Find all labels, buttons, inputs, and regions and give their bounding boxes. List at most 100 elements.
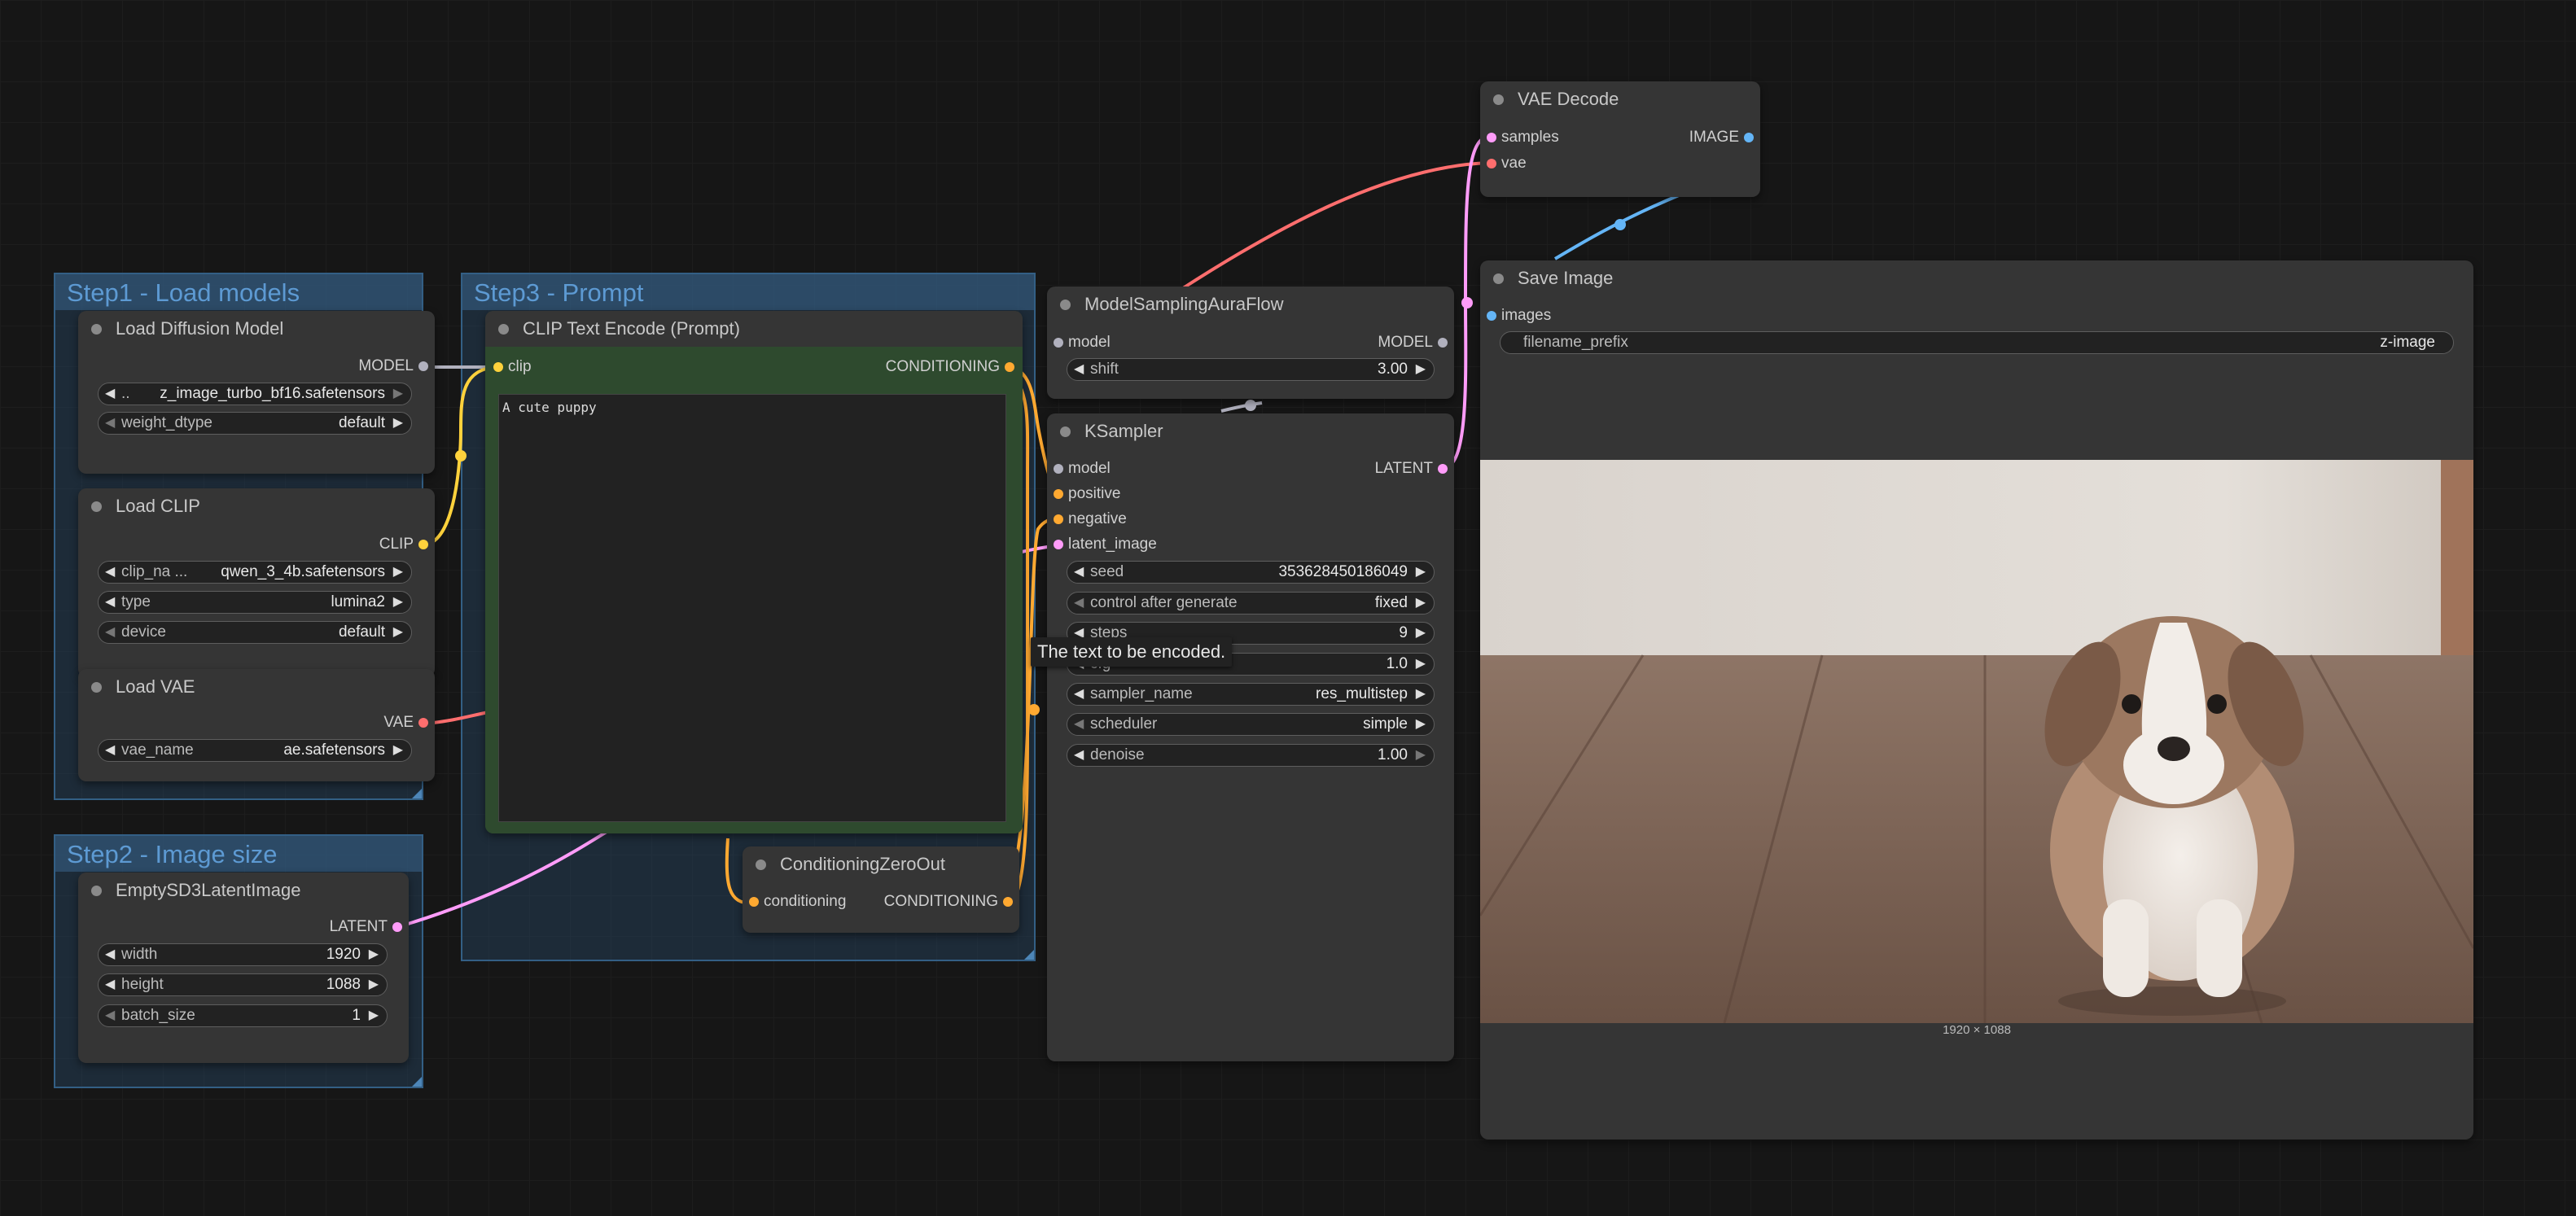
- node-model-sampling-aura-flow[interactable]: ModelSamplingAuraFlow model MODEL ◀ shif…: [1047, 287, 1454, 399]
- widget-scheduler[interactable]: ◀ scheduler simple ▶: [1067, 713, 1435, 736]
- preview-image[interactable]: [1480, 460, 2473, 1023]
- arrow-left-icon[interactable]: ◀: [105, 592, 115, 612]
- output-latent[interactable]: LATENT: [1375, 457, 1448, 481]
- output-latent[interactable]: LATENT: [330, 915, 402, 939]
- output-clip[interactable]: CLIP: [379, 532, 428, 557]
- output-model[interactable]: MODEL: [1378, 330, 1448, 355]
- output-conditioning[interactable]: CONDITIONING: [886, 355, 1014, 379]
- slot-dot-icon[interactable]: [418, 718, 428, 728]
- arrow-right-icon[interactable]: ▶: [369, 1005, 379, 1026]
- arrow-left-icon[interactable]: ◀: [1074, 714, 1084, 734]
- widget-filename-prefix[interactable]: filename_prefix z-image: [1500, 331, 2454, 354]
- slot-dot-icon[interactable]: [1487, 133, 1496, 142]
- widget-clip-type[interactable]: ◀ type lumina2 ▶: [98, 591, 412, 614]
- slot-dot-icon[interactable]: [1438, 464, 1448, 474]
- node-title[interactable]: ModelSamplingAuraFlow: [1047, 287, 1454, 322]
- node-title[interactable]: Load CLIP: [78, 488, 435, 524]
- arrow-right-icon[interactable]: ▶: [1416, 593, 1426, 613]
- input-model[interactable]: model: [1054, 457, 1111, 481]
- slot-dot-icon[interactable]: [749, 897, 759, 907]
- widget-shift[interactable]: ◀ shift 3.00 ▶: [1067, 358, 1435, 381]
- node-title[interactable]: Load Diffusion Model: [78, 311, 435, 347]
- widget-denoise[interactable]: ◀ denoise 1.00 ▶: [1067, 744, 1435, 767]
- input-conditioning[interactable]: conditioning: [749, 890, 846, 914]
- arrow-right-icon[interactable]: ▶: [1416, 623, 1426, 643]
- slot-dot-icon[interactable]: [1005, 362, 1014, 372]
- slot-dot-icon[interactable]: [418, 361, 428, 371]
- slot-dot-icon[interactable]: [1054, 540, 1063, 549]
- node-empty-sd3-latent-image[interactable]: EmptySD3LatentImage LATENT ◀ width 1920 …: [78, 873, 409, 1063]
- arrow-left-icon[interactable]: ◀: [105, 562, 115, 582]
- arrow-right-icon[interactable]: ▶: [1416, 745, 1426, 765]
- arrow-left-icon[interactable]: ◀: [1074, 359, 1084, 379]
- input-negative[interactable]: negative: [1054, 507, 1127, 531]
- slot-dot-icon[interactable]: [1054, 338, 1063, 348]
- slot-dot-icon[interactable]: [418, 540, 428, 549]
- node-clip-text-encode[interactable]: CLIP Text Encode (Prompt) clip CONDITION…: [485, 311, 1023, 833]
- arrow-left-icon[interactable]: ◀: [105, 1005, 115, 1026]
- node-conditioning-zero-out[interactable]: ConditioningZeroOut conditioning CONDITI…: [743, 846, 1019, 933]
- arrow-left-icon[interactable]: ◀: [1074, 562, 1084, 582]
- slot-dot-icon[interactable]: [1744, 133, 1754, 142]
- node-load-vae[interactable]: Load VAE VAE ◀ vae_name ae.safetensors ▶: [78, 669, 435, 781]
- node-save-image[interactable]: Save Image images filename_prefix z-imag…: [1480, 260, 2473, 1139]
- arrow-left-icon[interactable]: ◀: [105, 944, 115, 964]
- arrow-left-icon[interactable]: ◀: [105, 383, 115, 404]
- arrow-left-icon[interactable]: ◀: [1074, 593, 1084, 613]
- arrow-left-icon[interactable]: ◀: [105, 622, 115, 642]
- slot-dot-icon[interactable]: [493, 362, 503, 372]
- slot-dot-icon[interactable]: [1003, 897, 1013, 907]
- widget-weight-dtype[interactable]: ◀ weight_dtype default ▶: [98, 412, 412, 435]
- input-samples[interactable]: samples: [1487, 125, 1559, 150]
- arrow-right-icon[interactable]: ▶: [1416, 562, 1426, 582]
- arrow-right-icon[interactable]: ▶: [1416, 714, 1426, 734]
- slot-dot-icon[interactable]: [392, 922, 402, 932]
- output-vae[interactable]: VAE: [383, 711, 428, 735]
- arrow-right-icon[interactable]: ▶: [1416, 359, 1426, 379]
- arrow-right-icon[interactable]: ▶: [369, 944, 379, 964]
- widget-batch-size[interactable]: ◀ batch_size 1 ▶: [98, 1004, 388, 1027]
- node-title[interactable]: ConditioningZeroOut: [743, 846, 1019, 882]
- input-vae[interactable]: vae: [1487, 151, 1527, 176]
- input-images[interactable]: images: [1487, 304, 1551, 328]
- arrow-left-icon[interactable]: ◀: [105, 740, 115, 760]
- arrow-right-icon[interactable]: ▶: [1416, 684, 1426, 704]
- arrow-right-icon[interactable]: ▶: [393, 383, 403, 404]
- widget-seed[interactable]: ◀ seed 353628450186049 ▶: [1067, 561, 1435, 584]
- output-image[interactable]: IMAGE: [1689, 125, 1754, 150]
- widget-clip-name[interactable]: ◀ clip_na ... qwen_3_4b.safetensors ▶: [98, 561, 412, 584]
- slot-dot-icon[interactable]: [1054, 514, 1063, 524]
- arrow-right-icon[interactable]: ▶: [1416, 654, 1426, 674]
- node-title[interactable]: KSampler: [1047, 413, 1454, 449]
- arrow-left-icon[interactable]: ◀: [1074, 745, 1084, 765]
- arrow-right-icon[interactable]: ▶: [393, 740, 403, 760]
- slot-dot-icon[interactable]: [1487, 159, 1496, 168]
- prompt-textarea[interactable]: A cute puppy: [498, 394, 1006, 822]
- arrow-right-icon[interactable]: ▶: [369, 974, 379, 995]
- node-title[interactable]: Save Image: [1480, 260, 2473, 296]
- slot-dot-icon[interactable]: [1054, 464, 1063, 474]
- widget-control-after-generate[interactable]: ◀ control after generate fixed ▶: [1067, 592, 1435, 615]
- slot-dot-icon[interactable]: [1438, 338, 1448, 348]
- node-graph-canvas[interactable]: Step1 - Load models Step2 - Image size S…: [0, 0, 2576, 1216]
- node-load-diffusion-model[interactable]: Load Diffusion Model MODEL ◀ .. z_image_…: [78, 311, 435, 474]
- widget-vae-name[interactable]: ◀ vae_name ae.safetensors ▶: [98, 739, 412, 762]
- arrow-left-icon[interactable]: ◀: [105, 413, 115, 433]
- input-positive[interactable]: positive: [1054, 482, 1120, 506]
- input-latent-image[interactable]: latent_image: [1054, 532, 1157, 557]
- collapse-dot-icon[interactable]: [498, 324, 509, 335]
- arrow-left-icon[interactable]: ◀: [1074, 684, 1084, 704]
- slot-dot-icon[interactable]: [1487, 311, 1496, 321]
- arrow-left-icon[interactable]: ◀: [105, 974, 115, 995]
- node-load-clip[interactable]: Load CLIP CLIP ◀ clip_na ... qwen_3_4b.s…: [78, 488, 435, 677]
- arrow-right-icon[interactable]: ▶: [393, 413, 403, 433]
- node-title[interactable]: CLIP Text Encode (Prompt): [485, 311, 1023, 347]
- node-ksampler[interactable]: KSampler model LATENT positive negative …: [1047, 413, 1454, 1061]
- widget-width[interactable]: ◀ width 1920 ▶: [98, 943, 388, 966]
- arrow-right-icon[interactable]: ▶: [393, 592, 403, 612]
- widget-sampler-name[interactable]: ◀ sampler_name res_multistep ▶: [1067, 683, 1435, 706]
- widget-device[interactable]: ◀ device default ▶: [98, 621, 412, 644]
- node-title[interactable]: EmptySD3LatentImage: [78, 873, 409, 908]
- node-title[interactable]: VAE Decode: [1480, 81, 1760, 117]
- node-vae-decode[interactable]: VAE Decode samples vae IMAGE: [1480, 81, 1760, 197]
